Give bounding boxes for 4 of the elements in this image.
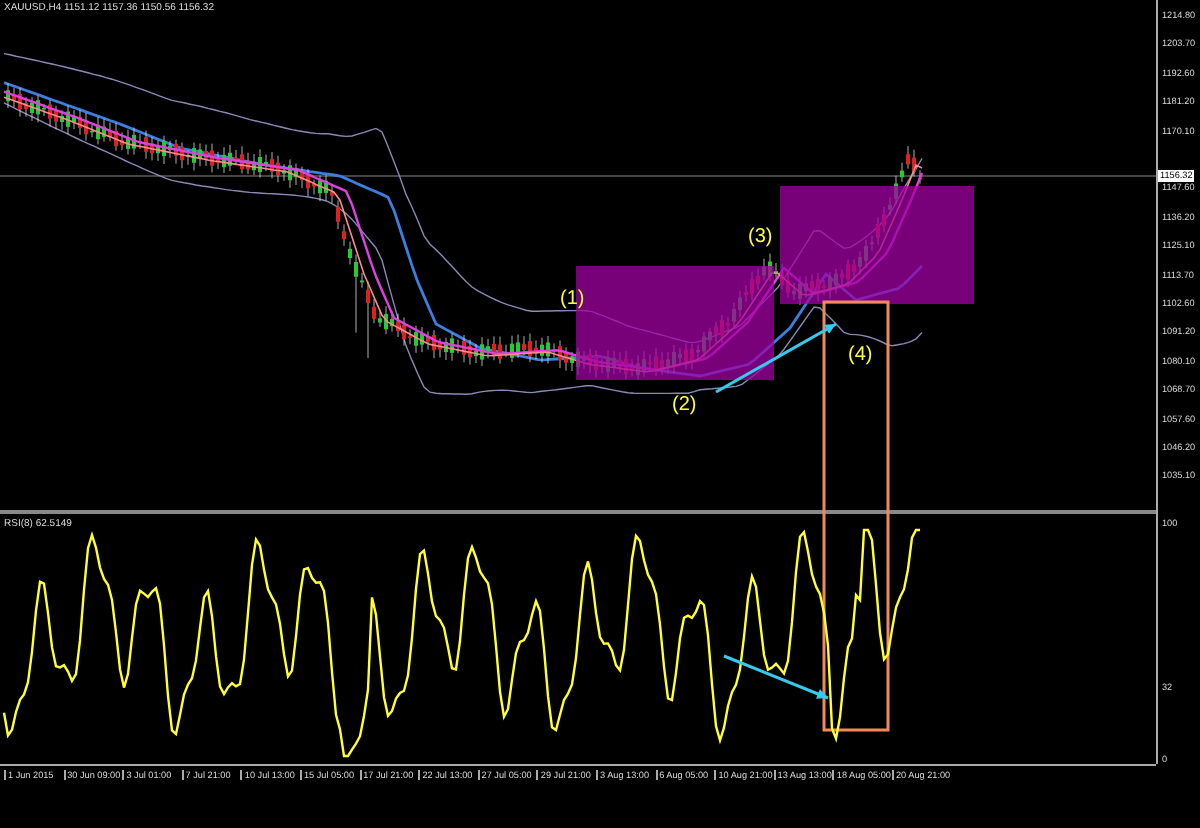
annotation-label: (4) — [848, 344, 873, 366]
annotation-label: (1) — [560, 288, 585, 310]
annotation-label: (3) — [748, 226, 773, 248]
annotation-label: (2) — [672, 394, 697, 416]
